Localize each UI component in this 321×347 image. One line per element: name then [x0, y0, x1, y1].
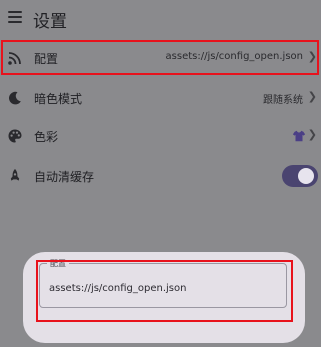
- app-bar: 设置: [0, 0, 321, 38]
- setting-value-dark-mode: 跟随系统: [263, 95, 303, 106]
- menu-icon[interactable]: [8, 11, 22, 23]
- auto-clear-cache-toggle[interactable]: [282, 165, 318, 187]
- chevron-right-icon: ❯: [307, 90, 317, 103]
- chevron-right-icon: ❯: [307, 128, 317, 141]
- setting-row-auto-clear-cache[interactable]: 自动清缓存: [0, 157, 321, 195]
- palette-icon: [8, 129, 22, 143]
- moon-icon: [9, 91, 21, 105]
- toggle-knob: [298, 168, 314, 184]
- setting-row-dark-mode[interactable]: 暗色模式 跟随系统 ❯: [0, 79, 321, 117]
- highlight-box-config-row: [1, 40, 319, 75]
- setting-label-dark-mode: 暗色模式: [34, 92, 83, 106]
- page-title: 设置: [33, 12, 67, 32]
- setting-row-color[interactable]: 色彩 ❯: [0, 117, 321, 155]
- setting-label-auto-clear-cache: 自动清缓存: [34, 170, 95, 184]
- highlight-box-config-field: [36, 260, 293, 322]
- tshirt-icon: [292, 130, 306, 142]
- setting-label-color: 色彩: [34, 130, 59, 144]
- rocket-icon: [10, 169, 20, 181]
